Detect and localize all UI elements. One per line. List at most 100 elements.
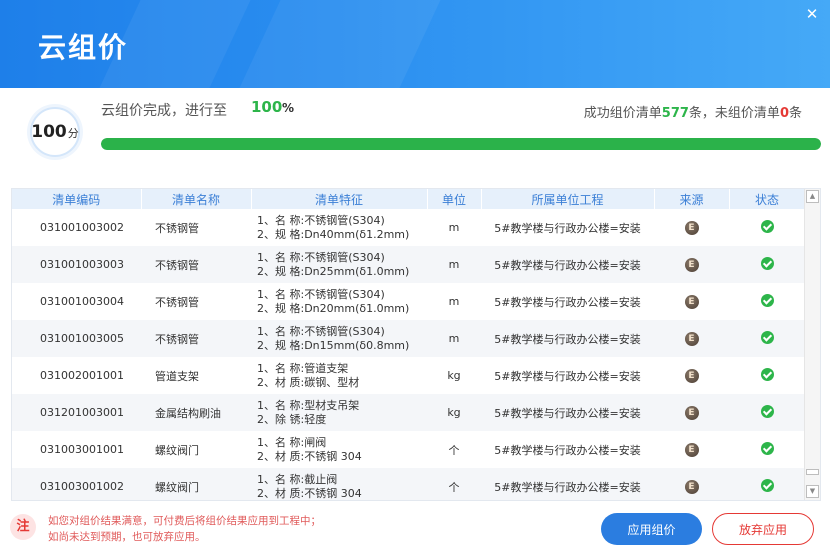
source-e-icon: E xyxy=(684,443,699,457)
cell-status xyxy=(729,394,805,431)
column-header[interactable]: 来源 xyxy=(654,189,730,209)
cell-unit: m xyxy=(448,295,460,308)
cell-source: E xyxy=(654,357,729,394)
feature-line: 2、规 格:Dn15mm(δ0.8mm) xyxy=(257,338,410,352)
cell-feature: 1、名 称:管道支架 2、材 质:碳钢、型材 xyxy=(251,357,427,394)
vertical-scrollbar[interactable]: ▲ ▼ xyxy=(804,189,820,500)
feature-line: 1、名 称:不锈钢管(S304) xyxy=(257,324,385,338)
scroll-down-icon[interactable]: ▼ xyxy=(806,485,819,498)
cell-feature: 1、名 称:不锈钢管(S304) 2、规 格:Dn20mm(δ1.0mm) xyxy=(251,283,427,320)
cell-feature: 1、名 称:型材支吊架 2、除 锈:轻度 xyxy=(251,394,427,431)
feature-line: 1、名 称:管道支架 xyxy=(257,361,349,375)
cell-source: E xyxy=(654,209,729,246)
result-summary: 成功组价清单577条，未组价清单0条 xyxy=(584,102,802,121)
cell-unit: kg xyxy=(427,394,481,431)
cell-code: 031001003005 xyxy=(12,320,141,357)
cell-code: 031001003002 xyxy=(40,221,124,234)
check-circle-icon xyxy=(760,441,774,455)
cell-name: 管道支架 xyxy=(155,369,199,383)
table-row[interactable]: 031001003004 不锈钢管 1、名 称:不锈钢管(S304) 2、规 格:… xyxy=(12,283,805,320)
column-header[interactable]: 清单编码 xyxy=(12,189,142,209)
feature-line: 1、名 称:截止阀 xyxy=(257,472,338,486)
cell-status xyxy=(729,283,805,320)
cell-name: 不锈钢管 xyxy=(155,221,199,235)
progress-bar-fill xyxy=(101,138,821,150)
feature-line: 2、规 格:Dn20mm(δ1.0mm) xyxy=(257,301,410,315)
cell-project: 5#教学楼与行政办公楼=安装 xyxy=(494,443,641,457)
cell-status xyxy=(729,246,805,283)
success-prefix: 成功组价清单 xyxy=(583,106,662,121)
table-row[interactable]: 031001003003 不锈钢管 1、名 称:不锈钢管(S304) 2、规 格:… xyxy=(12,246,805,283)
scroll-thumb[interactable] xyxy=(806,469,819,475)
feature-line: 2、除 锈:轻度 xyxy=(257,412,327,426)
cell-code: 031001003003 xyxy=(12,246,141,283)
feature-line: 2、规 格:Dn40mm(δ1.2mm) xyxy=(257,227,410,241)
cell-code: 031201003001 xyxy=(12,394,141,431)
feature-line: 1、名 称:闸阀 xyxy=(257,435,327,449)
column-header[interactable]: 清单名称 xyxy=(141,189,252,209)
cell-unit: m xyxy=(427,246,481,283)
cell-source: E xyxy=(654,320,729,357)
cell-name: 螺纹阀门 xyxy=(155,443,199,457)
cell-source: E xyxy=(654,431,729,468)
note-line: 如尚未达到预期，也可放弃应用。 xyxy=(48,531,206,543)
source-e-icon: E xyxy=(684,406,699,420)
source-e-icon: E xyxy=(684,369,699,383)
cell-code: 031003001001 xyxy=(40,443,124,456)
progress-bar xyxy=(101,138,821,150)
success-count: 577 xyxy=(661,106,689,121)
cell-name: 金属结构刷油 xyxy=(141,394,251,431)
cell-code: 031003001002 xyxy=(12,468,141,500)
check-circle-icon xyxy=(760,293,774,307)
score-unit: 分 xyxy=(67,127,79,140)
cell-feature: 1、名 称:闸阀 2、材 质:不锈钢 304 xyxy=(251,431,427,468)
discard-button[interactable]: 放弃应用 xyxy=(712,513,814,545)
fail-count: 0 xyxy=(779,106,789,121)
check-circle-icon xyxy=(760,367,774,381)
apply-pricing-button[interactable]: 应用组价 xyxy=(601,513,702,545)
cell-source: E xyxy=(654,468,729,500)
cell-project: 5#教学楼与行政办公楼=安装 xyxy=(481,246,654,283)
fail-suffix: 条 xyxy=(788,106,802,121)
cell-name: 不锈钢管 xyxy=(141,246,251,283)
cell-unit: 个 xyxy=(448,443,460,457)
table-row[interactable]: 031001003005 不锈钢管 1、名 称:不锈钢管(S304) 2、规 格:… xyxy=(12,320,805,357)
cell-source: E xyxy=(654,246,729,283)
cell-code: 031001003004 xyxy=(40,295,124,308)
cell-name: 不锈钢管 xyxy=(155,295,199,309)
table-row[interactable]: 031002001001 管道支架 1、名 称:管道支架 2、材 质:碳钢、型材 … xyxy=(12,357,805,394)
score-badge: 100 分 xyxy=(30,107,80,157)
feature-line: 1、名 称:不锈钢管(S304) xyxy=(257,250,385,264)
scroll-up-icon[interactable]: ▲ xyxy=(806,190,819,203)
feature-line: 1、名 称:不锈钢管(S304) xyxy=(257,213,385,227)
window-title: 云组价 xyxy=(38,31,129,64)
cell-project: 5#教学楼与行政办公楼=安装 xyxy=(481,320,654,357)
column-header[interactable]: 状态 xyxy=(729,189,806,209)
check-circle-icon xyxy=(760,404,774,418)
feature-line: 1、名 称:型材支吊架 xyxy=(257,398,360,412)
cell-project: 5#教学楼与行政办公楼=安装 xyxy=(494,221,641,235)
column-header[interactable]: 单位 xyxy=(427,189,482,209)
column-header[interactable]: 所属单位工程 xyxy=(481,189,655,209)
cell-feature: 1、名 称:不锈钢管(S304) 2、规 格:Dn40mm(δ1.2mm) xyxy=(251,209,427,246)
table-row[interactable]: 031003001001 螺纹阀门 1、名 称:闸阀 2、材 质:不锈钢 304 … xyxy=(12,431,805,468)
cell-feature: 1、名 称:不锈钢管(S304) 2、规 格:Dn15mm(δ0.8mm) xyxy=(251,320,427,357)
result-table: 清单编码 清单名称 清单特征 单位 所属单位工程 来源 状态 031001003… xyxy=(11,188,821,501)
cell-status xyxy=(729,468,805,500)
table-row[interactable]: 031001003002 不锈钢管 1、名 称:不锈钢管(S304) 2、规 格:… xyxy=(12,209,805,246)
check-circle-icon xyxy=(760,478,774,492)
header-decoration xyxy=(239,0,441,88)
cell-name: 螺纹阀门 xyxy=(141,468,251,500)
table-row[interactable]: 031201003001 金属结构刷油 1、名 称:型材支吊架 2、除 锈:轻度 … xyxy=(12,394,805,431)
close-icon[interactable]: ✕ xyxy=(804,6,820,22)
source-e-icon: E xyxy=(684,295,699,309)
column-header[interactable]: 清单特征 xyxy=(251,189,428,209)
source-e-icon: E xyxy=(684,480,699,494)
cell-source: E xyxy=(654,394,729,431)
table-row[interactable]: 031003001002 螺纹阀门 1、名 称:截止阀 2、材 质:不锈钢 304… xyxy=(12,468,805,500)
cell-status xyxy=(729,431,805,468)
table-header-row: 清单编码 清单名称 清单特征 单位 所属单位工程 来源 状态 xyxy=(12,189,806,209)
cell-status xyxy=(729,320,805,357)
cell-unit: m xyxy=(427,320,481,357)
progress-percent: 100 xyxy=(251,98,283,116)
